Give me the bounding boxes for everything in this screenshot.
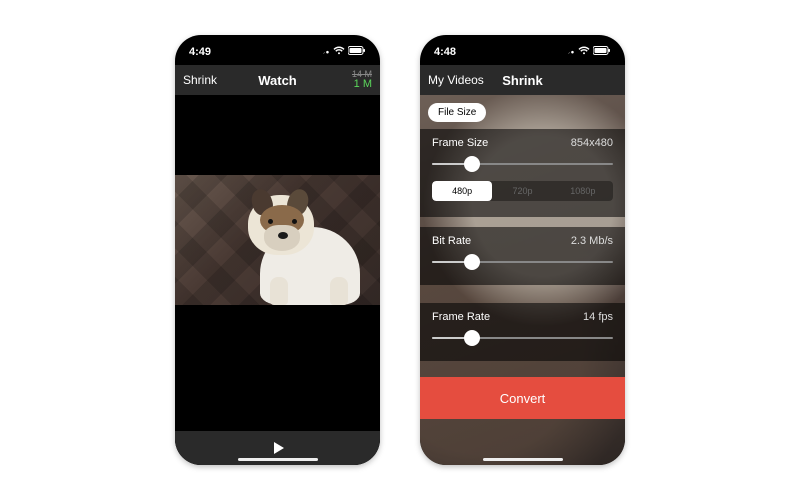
- phone-shrink: 4:48 •••• My Videos Shrink File Size Fra…: [420, 35, 625, 465]
- nav-size-indicator: 14 M 1 M: [352, 70, 372, 90]
- frame-rate-value: 14 fps: [583, 311, 613, 323]
- frame-size-label: Frame Size: [432, 137, 488, 149]
- phone-watch: 4:49 •••• Shrink Watch 14 M 1 M: [175, 35, 380, 465]
- convert-button[interactable]: Convert: [420, 377, 625, 419]
- status-time: 4:49: [189, 46, 211, 58]
- battery-icon: [348, 46, 366, 58]
- convert-label: Convert: [500, 391, 546, 406]
- frame-size-slider[interactable]: [432, 157, 613, 171]
- home-indicator[interactable]: [238, 458, 318, 461]
- video-subject-dog: [240, 185, 370, 305]
- watch-content: [175, 95, 380, 465]
- resolution-segmented[interactable]: 480p 720p 1080p: [432, 181, 613, 201]
- wifi-icon: [578, 46, 590, 58]
- bit-rate-value: 2.3 Mb/s: [571, 235, 613, 247]
- frame-size-value: 854x480: [571, 137, 613, 149]
- nav-bar: Shrink Watch 14 M 1 M: [175, 65, 380, 95]
- status-time: 4:48: [434, 46, 456, 58]
- shrink-content: File Size Frame Size 854x480 480p 720p 1…: [420, 95, 625, 465]
- home-indicator[interactable]: [483, 458, 563, 461]
- device-notch: [228, 35, 328, 57]
- nav-back-shrink[interactable]: Shrink: [183, 73, 217, 87]
- frame-rate-label: Frame Rate: [432, 311, 490, 323]
- wifi-icon: [333, 46, 345, 58]
- play-icon[interactable]: [270, 440, 286, 456]
- size-shrunk: 1 M: [354, 78, 372, 90]
- nav-bar: My Videos Shrink: [420, 65, 625, 95]
- resolution-option-480p[interactable]: 480p: [432, 181, 492, 201]
- resolution-option-720p[interactable]: 720p: [492, 181, 552, 201]
- file-size-pill[interactable]: File Size: [428, 103, 486, 122]
- resolution-option-1080p[interactable]: 1080p: [553, 181, 613, 201]
- nav-back-my-videos[interactable]: My Videos: [428, 73, 484, 87]
- bit-rate-label: Bit Rate: [432, 235, 471, 247]
- video-preview[interactable]: [175, 175, 380, 305]
- frame-rate-slider[interactable]: [432, 331, 613, 345]
- frame-rate-section: Frame Rate 14 fps: [420, 303, 625, 361]
- bit-rate-slider[interactable]: [432, 255, 613, 269]
- battery-icon: [593, 46, 611, 58]
- bit-rate-section: Bit Rate 2.3 Mb/s: [420, 227, 625, 285]
- device-notch: [473, 35, 573, 57]
- frame-size-section: Frame Size 854x480 480p 720p 1080p: [420, 129, 625, 217]
